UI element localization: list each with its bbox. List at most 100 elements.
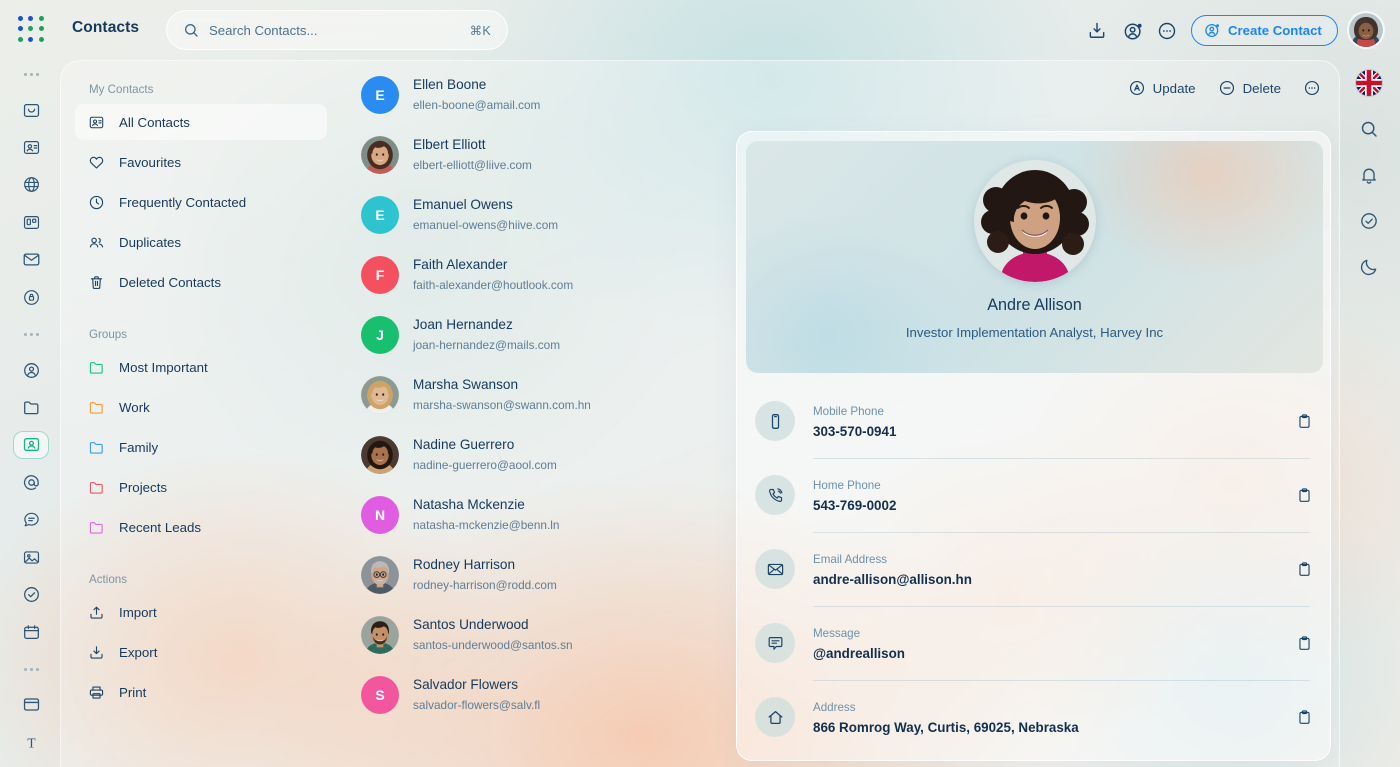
sidebar-item-projects[interactable]: Projects (75, 469, 327, 505)
field-label: Mobile Phone (813, 404, 884, 418)
contact-list-item[interactable]: Elbert Elliott elbert-elliott@liive.com (351, 125, 731, 185)
contact-email: santos-underwood@santos.sn (413, 637, 573, 652)
contact-card-icon[interactable] (14, 135, 48, 160)
search-icon[interactable] (1352, 112, 1386, 146)
sidebar-item-family[interactable]: Family (75, 429, 327, 465)
sidebar-item-favourites[interactable]: Favourites (75, 144, 327, 180)
sidebar-item-label: Frequently Contacted (119, 194, 247, 210)
check-circle-icon[interactable] (14, 582, 48, 607)
id-badge-icon[interactable] (14, 285, 48, 310)
contact-role: Investor Implementation Analyst, Harvey … (905, 325, 1164, 340)
field-label: Email Address (813, 552, 888, 566)
bell-icon[interactable] (1352, 158, 1386, 192)
sidebar-item-recent-leads[interactable]: Recent Leads (75, 509, 327, 545)
contact-list-item[interactable]: Nadine Guerrero nadine-guerrero@aool.com (351, 425, 731, 485)
contact-name: Faith Alexander (413, 257, 508, 273)
inbox-icon[interactable] (14, 97, 48, 122)
download-icon[interactable] (1084, 18, 1110, 44)
contact-card-icon (87, 113, 105, 131)
mail-icon[interactable] (14, 247, 48, 272)
field-label: Address (813, 700, 856, 714)
sidebar-item-print[interactable]: Print (75, 674, 327, 710)
sidebar-item-label: Recent Leads (119, 519, 202, 535)
folder-icon (87, 438, 105, 456)
globe-icon[interactable] (14, 172, 48, 197)
sidebar-item-all-contacts[interactable]: All Contacts (75, 104, 327, 140)
sidebar-item-duplicates[interactable]: Duplicates (75, 224, 327, 260)
logo-dot (38, 36, 44, 42)
clipboard-icon[interactable] (1294, 559, 1314, 579)
delete-button[interactable]: Delete (1218, 79, 1281, 97)
clipboard-icon[interactable] (1294, 633, 1314, 653)
contact-list-item[interactable]: Rodney Harrison rodney-harrison@rodd.com (351, 545, 731, 605)
contact-list-item[interactable]: E Emanuel Owens emanuel-owens@hiive.com (351, 185, 731, 245)
at-sign-icon[interactable] (14, 470, 48, 495)
logo-dot (28, 16, 34, 21)
sidebar-item-label: Export (119, 644, 158, 660)
sidebar-item-work[interactable]: Work (75, 389, 327, 425)
user-circle-icon[interactable] (14, 357, 48, 382)
add-user-icon[interactable] (1120, 18, 1146, 44)
text-icon[interactable]: T (14, 730, 48, 755)
create-contact-button[interactable]: Create Contact (1191, 15, 1338, 46)
contacts-icon[interactable] (14, 432, 48, 458)
clock-icon (87, 193, 105, 211)
contact-list-item[interactable]: E Ellen Boone ellen-boone@amail.com (351, 65, 731, 125)
search-shortcut: ⌘K (469, 23, 491, 38)
contact-name: Ellen Boone (413, 77, 487, 93)
field-label: Home Phone (813, 478, 881, 492)
clipboard-icon[interactable] (1294, 485, 1314, 505)
top-bar: Contacts Search Contacts... ⌘K Create Co… (0, 0, 1400, 60)
home-icon (755, 697, 795, 737)
field-value: andre-allison@allison.hn (813, 572, 972, 588)
check-circle-icon[interactable] (1352, 204, 1386, 238)
contact-list-item[interactable]: F Faith Alexander faith-alexander@houtlook… (351, 245, 731, 305)
moon-icon[interactable] (1352, 250, 1386, 284)
language-flag-uk-icon (1356, 70, 1382, 96)
grid-dots-logo[interactable] (18, 16, 46, 44)
clipboard-icon[interactable] (1294, 411, 1314, 431)
contact-avatar (361, 136, 399, 174)
window-icon[interactable] (14, 692, 48, 717)
more-dots-icon[interactable] (14, 322, 48, 347)
sidebar-item-label: Work (119, 399, 150, 415)
search-input[interactable]: Search Contacts... ⌘K (166, 10, 508, 50)
sidebar-item-deleted-contacts[interactable]: Deleted Contacts (75, 264, 327, 300)
kanban-icon[interactable] (14, 210, 48, 235)
contact-list-item[interactable]: N Natasha Mckenzie natasha-mckenzie@benn.l… (351, 485, 731, 545)
contact-avatar: J (361, 316, 399, 354)
more-dots-icon[interactable] (14, 62, 48, 87)
language-flag-uk-icon[interactable] (1352, 66, 1386, 100)
contact-field-row: Email Address andre-allison@allison.hn (755, 532, 1314, 606)
folder-icon[interactable] (14, 395, 48, 420)
sidebar-item-frequently-contacted[interactable]: Frequently Contacted (75, 184, 327, 220)
right-icon-rail (1338, 0, 1400, 767)
contact-avatar (361, 376, 399, 414)
contact-name: Marsha Swanson (413, 377, 519, 393)
contact-list[interactable]: E Ellen Boone ellen-boone@amail.com Elbert… (341, 61, 731, 767)
more-dots-icon[interactable] (14, 657, 48, 682)
calendar-icon[interactable] (14, 619, 48, 644)
contact-list-item[interactable]: J Joan Hernandez joan-hernandez@mails.com (351, 305, 731, 365)
contact-field-row: Mobile Phone 303-570-0941 (755, 384, 1314, 458)
chat-icon[interactable] (14, 507, 48, 532)
users-icon (87, 233, 105, 251)
sidebar-section-title: My Contacts (89, 83, 154, 96)
sidebar-item-label: Most Important (119, 359, 208, 375)
main-panel: My Contacts All Contacts Favourites Frequen… (60, 60, 1340, 767)
image-icon[interactable] (14, 544, 48, 569)
sidebar-item-label: All Contacts (119, 114, 190, 130)
more-horizontal-icon[interactable] (1154, 18, 1180, 44)
sidebar-item-import[interactable]: Import (75, 594, 327, 630)
contact-list-item[interactable]: Marsha Swanson marsha-swanson@swann.com.h… (351, 365, 731, 425)
sidebar-item-most-important[interactable]: Most Important (75, 349, 327, 385)
clipboard-icon[interactable] (1294, 707, 1314, 727)
field-value: @andreallison (813, 646, 905, 662)
avatar[interactable] (1349, 13, 1383, 47)
contact-list-item[interactable]: S Salvador Flowers salvador-flowers@salv.f… (351, 665, 731, 725)
update-button[interactable]: Update (1128, 79, 1196, 97)
sidebar-item-export[interactable]: Export (75, 634, 327, 670)
contact-field-row: Address 866 Romrog Way, Curtis, 69025, Ne… (755, 680, 1314, 754)
contact-list-item[interactable]: Santos Underwood santos-underwood@santos.… (351, 605, 731, 665)
detail-more-button[interactable] (1303, 79, 1321, 97)
